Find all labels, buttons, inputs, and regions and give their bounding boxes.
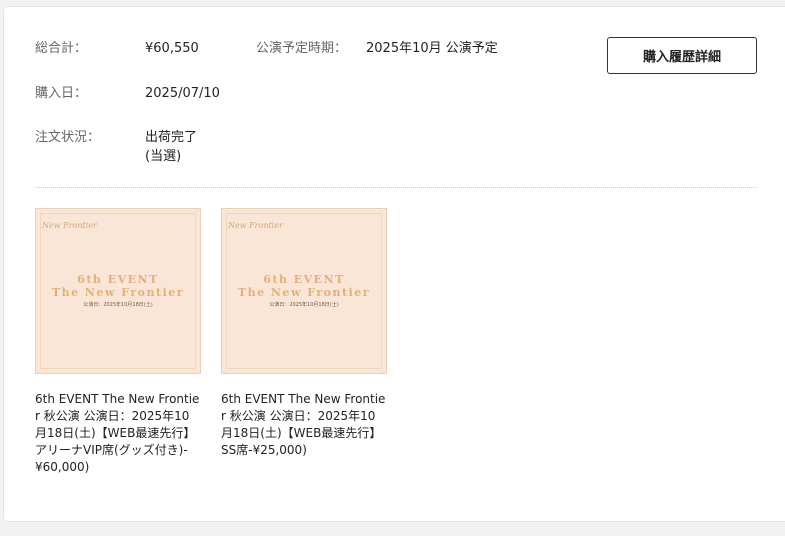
order-status-line1: 出荷完了 — [145, 130, 198, 145]
product-name[interactable]: 6th EVENT The New Frontier 秋公演 公演日：2025年… — [35, 391, 201, 476]
schedule-label: 公演予定時期： — [256, 41, 348, 56]
event-logo: New Frontier — [228, 221, 283, 230]
event-logo: New Frontier — [42, 221, 97, 230]
thumbnail-event-title: 6th EVENT — [77, 273, 159, 286]
thumbnail-event-date: 公演日：2025年10月18日(土) — [83, 302, 153, 308]
thumbnail-event-subtitle: The New Frontier — [237, 286, 371, 299]
purchase-date-value: 2025/07/10 — [145, 86, 220, 101]
order-card: 総合計： ¥60,550 公演予定時期： 2025年10月 公演予定 購入履歴詳… — [3, 6, 785, 522]
order-status-label: 注文状況： — [35, 130, 101, 145]
purchase-history-detail-button[interactable]: 購入履歴詳細 — [607, 37, 757, 74]
thumbnail-event-date: 公演日：2025年10月18日(土) — [269, 302, 339, 308]
order-status-line2: (当選) — [145, 149, 182, 164]
schedule-value: 2025年10月 公演予定 — [366, 41, 498, 56]
product-name[interactable]: 6th EVENT The New Frontier 秋公演 公演日：2025年… — [221, 391, 387, 459]
thumbnail-event-subtitle: The New Frontier — [51, 286, 185, 299]
product-item[interactable]: New Frontier 6th EVENT The New Frontier … — [221, 208, 387, 459]
order-status-value: 出荷完了 (当選) — [145, 128, 197, 166]
total-label: 総合計： — [35, 41, 88, 56]
section-divider — [35, 187, 756, 188]
product-item[interactable]: New Frontier 6th EVENT The New Frontier … — [35, 208, 201, 476]
product-thumbnail[interactable]: New Frontier 6th EVENT The New Frontier … — [221, 208, 387, 374]
purchase-date-label: 購入日： — [35, 86, 88, 101]
total-value: ¥60,550 — [145, 41, 199, 56]
thumbnail-event-title: 6th EVENT — [263, 273, 345, 286]
product-thumbnail[interactable]: New Frontier 6th EVENT The New Frontier … — [35, 208, 201, 374]
